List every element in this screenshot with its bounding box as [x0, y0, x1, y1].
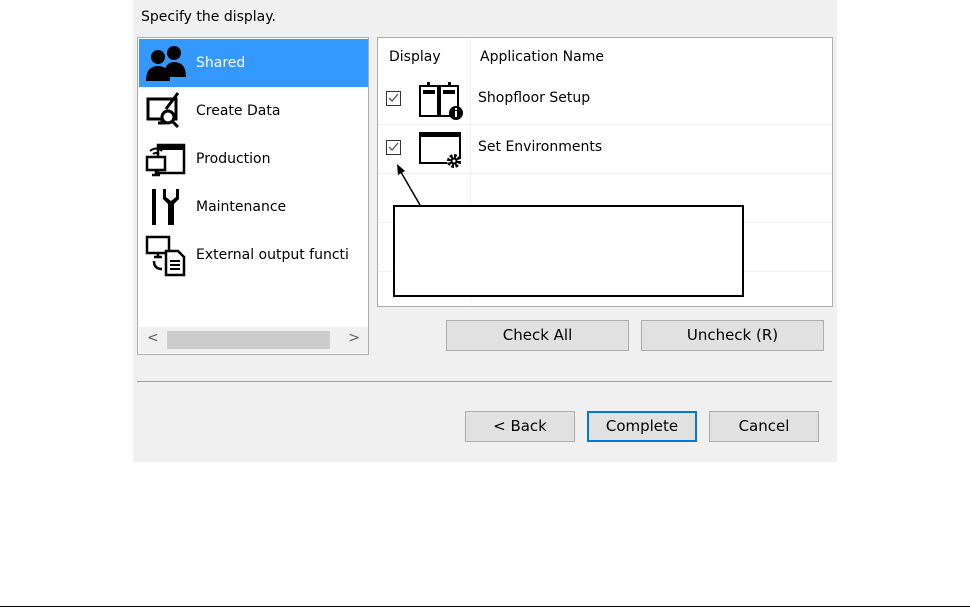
- callout-box: [393, 205, 744, 297]
- category-item-external-output[interactable]: External output functi: [139, 231, 368, 279]
- shopfloor-info-icon: [419, 82, 463, 120]
- category-item-maintenance[interactable]: Maintenance: [139, 183, 368, 231]
- check-all-button[interactable]: Check All: [446, 320, 629, 351]
- monitor-search-icon: [146, 92, 180, 129]
- category-item-create-data[interactable]: Create Data: [139, 87, 368, 135]
- complete-button[interactable]: Complete: [587, 411, 697, 442]
- production-icon: [145, 143, 186, 177]
- category-label: Create Data: [196, 103, 281, 119]
- back-button[interactable]: < Back: [465, 411, 575, 442]
- page-divider: [0, 606, 970, 607]
- category-list: Shared Create Data Production Maintenanc…: [137, 37, 369, 355]
- row-divider: [378, 173, 832, 174]
- table-row[interactable]: Set Environments: [378, 125, 832, 173]
- application-name: Shopfloor Setup: [478, 90, 591, 106]
- category-label: External output functi: [196, 247, 349, 263]
- separator: [137, 381, 832, 382]
- display-checkbox[interactable]: [386, 140, 401, 155]
- display-checkbox[interactable]: [386, 91, 401, 106]
- tools-icon: [152, 189, 179, 225]
- prompt-text: Specify the display.: [141, 9, 276, 25]
- column-header-display[interactable]: Display: [389, 38, 441, 76]
- column-header-application-name[interactable]: Application Name: [480, 38, 604, 76]
- application-name: Set Environments: [478, 139, 603, 155]
- table-row[interactable]: Shopfloor Setup: [378, 76, 832, 124]
- uncheck-button[interactable]: Uncheck (R): [641, 320, 824, 351]
- callout-arrow: [397, 164, 421, 206]
- horizontal-scrollbar[interactable]: < >: [139, 327, 368, 353]
- scroll-right-button[interactable]: >: [348, 330, 360, 346]
- external-output-icon: [145, 235, 186, 277]
- category-label: Production: [196, 151, 271, 167]
- cancel-button[interactable]: Cancel: [709, 411, 819, 442]
- users-icon: [146, 46, 186, 81]
- category-label: Shared: [196, 55, 246, 71]
- scrollbar-thumb[interactable]: [167, 331, 330, 349]
- scroll-left-button[interactable]: <: [147, 330, 159, 346]
- category-item-production[interactable]: Production: [139, 135, 368, 183]
- category-item-shared[interactable]: Shared: [139, 39, 368, 87]
- category-label: Maintenance: [196, 199, 287, 215]
